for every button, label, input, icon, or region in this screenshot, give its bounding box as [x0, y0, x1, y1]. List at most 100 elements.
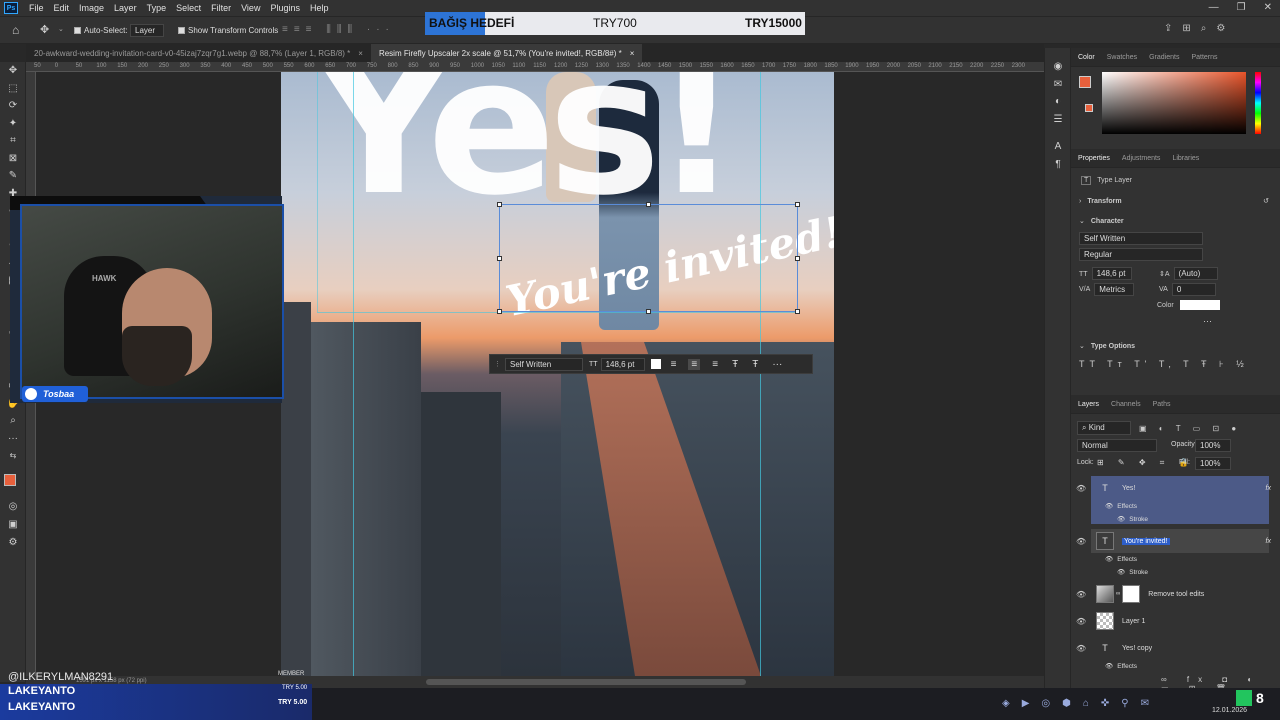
layer-mask-thumbnail[interactable]	[1122, 585, 1141, 603]
tab-document-2[interactable]: Resim Firefly Upscaler 2x scale @ 51,7% …	[370, 44, 643, 62]
sliders-icon[interactable]: ☰	[1045, 111, 1071, 129]
transform-handle[interactable]	[497, 256, 502, 261]
leading-field[interactable]: (Auto)	[1173, 267, 1218, 280]
menu-view[interactable]: View	[236, 3, 265, 13]
layer-row-yes-copy[interactable]: 👁 T Yes! copy	[1071, 635, 1271, 661]
transform-handle[interactable]	[497, 309, 502, 314]
layer-stroke-row[interactable]: 👁 Stroke	[1071, 513, 1271, 525]
comments-icon[interactable]: ✉	[1045, 76, 1071, 94]
text-warp-icon[interactable]: Ŧ	[732, 359, 738, 370]
menu-select[interactable]: Select	[171, 3, 206, 13]
move-tool-icon[interactable]: ✥	[40, 23, 49, 36]
filter-icons[interactable]: ▣ ◐ T ▭ ⊡ ●	[1139, 424, 1241, 433]
tab-swatches[interactable]: Swatches	[1107, 54, 1137, 61]
quick-mask-icon[interactable]: ◎	[0, 498, 26, 516]
frame-tool-icon[interactable]: ⊠	[0, 150, 26, 168]
menu-help[interactable]: Help	[305, 3, 334, 13]
layer-name-input[interactable]: You're invited!	[1122, 537, 1170, 545]
reset-icon[interactable]: ↺	[1263, 197, 1269, 205]
edit-toolbar-icon[interactable]: ⚙	[0, 534, 26, 552]
align-icons[interactable]: ≡≡≡ ⫼⫼⫼ ···	[282, 24, 395, 35]
foreground-color-swatch[interactable]	[4, 474, 16, 486]
fx-icon[interactable]: fx	[1266, 538, 1271, 545]
menu-image[interactable]: Image	[74, 3, 109, 13]
auto-select-checkbox[interactable]: Auto-Select:	[74, 26, 128, 35]
visibility-eye-icon[interactable]: 👁	[1076, 617, 1086, 626]
show-transform-checkbox[interactable]: Show Transform Controls	[178, 26, 278, 35]
fx-icon[interactable]: fx	[1266, 485, 1271, 492]
font-size-field[interactable]: 148,6 pt	[1091, 267, 1132, 280]
visibility-eye-icon[interactable]: 👁	[1117, 515, 1125, 523]
close-icon[interactable]: ✕	[1264, 2, 1272, 13]
layer-kind-filter[interactable]: ⌕ Kind	[1077, 421, 1131, 435]
document-canvas[interactable]: Yes! You're invited!	[281, 72, 834, 676]
photoshop-logo-icon[interactable]: Ps	[4, 2, 18, 14]
layer-row-yes[interactable]: 👁 T Yes! fx	[1071, 475, 1271, 501]
transform-handle[interactable]	[646, 309, 651, 314]
transform-handle[interactable]	[497, 202, 502, 207]
text-options-icon[interactable]: Ŧ	[752, 359, 758, 370]
fill-field[interactable]: 100%	[1195, 457, 1231, 470]
guide-vertical-left[interactable]	[353, 72, 354, 676]
font-family-dropdown[interactable]: Self Written	[1079, 232, 1203, 245]
checkbox-icon[interactable]	[178, 27, 185, 34]
maximize-icon[interactable]: ❐	[1237, 2, 1246, 13]
horizontal-scrollbar[interactable]	[426, 679, 746, 685]
menu-filter[interactable]: Filter	[206, 3, 236, 13]
layer-effects-row[interactable]: 👁 Effects	[1071, 553, 1271, 565]
tab-gradients[interactable]: Gradients	[1149, 54, 1179, 61]
more-options-icon[interactable]: ···	[772, 359, 782, 370]
type-options-icons[interactable]: TT Tт T' T, T Ŧ ⊦ ½	[1079, 359, 1249, 370]
type-options-section-header[interactable]: ⌄ Type Options	[1079, 342, 1135, 351]
zoom-tool-icon[interactable]: ⌕	[0, 412, 26, 430]
more-options-icon[interactable]: ···	[1203, 316, 1212, 326]
minimize-icon[interactable]: —	[1209, 2, 1219, 13]
drag-handle-icon[interactable]: ⋮	[494, 360, 501, 368]
font-family-dropdown[interactable]: Self Written	[505, 357, 583, 371]
character-panel-icon[interactable]: A	[1045, 138, 1071, 156]
tab-libraries[interactable]: Libraries	[1172, 155, 1199, 162]
move-tool-icon[interactable]: ✥	[0, 62, 26, 80]
hue-slider[interactable]	[1255, 72, 1261, 134]
visibility-eye-icon[interactable]: 👁	[1117, 568, 1125, 576]
guide-horizontal[interactable]	[317, 312, 797, 313]
character-section-header[interactable]: ⌄ Character	[1079, 217, 1124, 226]
menu-file[interactable]: File	[24, 3, 49, 13]
foreground-color-swatch[interactable]	[1079, 76, 1091, 88]
layer-row-remove-tool-edits[interactable]: 👁 ∞ Remove tool edits	[1071, 581, 1271, 607]
align-left-icon[interactable]: ≡	[671, 359, 677, 370]
text-color-swatch[interactable]	[650, 359, 661, 369]
adjustments-icon[interactable]: ◐	[1045, 93, 1071, 111]
font-size-dropdown[interactable]: 148,6 pt	[600, 357, 645, 371]
visibility-eye-icon[interactable]: 👁	[1076, 644, 1086, 653]
screen-mode-icon[interactable]: ▣	[0, 516, 26, 534]
layer-effects-row[interactable]: 👁 Effects	[1071, 660, 1271, 672]
auto-select-dropdown[interactable]: Layer	[130, 24, 164, 37]
tab-layers[interactable]: Layers	[1078, 401, 1099, 408]
marquee-tool-icon[interactable]: ⬚	[0, 80, 26, 98]
paragraph-panel-icon[interactable]: ¶	[1045, 156, 1071, 174]
tab-adjustments[interactable]: Adjustments	[1122, 155, 1161, 162]
visibility-eye-icon[interactable]: 👁	[1076, 590, 1086, 599]
tab-document-1[interactable]: 20-awkward-wedding-invitation-card-v0-45…	[26, 44, 371, 62]
home-icon[interactable]: ⌂	[12, 23, 19, 37]
checkbox-icon[interactable]	[74, 27, 81, 34]
align-right-icon[interactable]: ≡	[712, 359, 718, 370]
swap-colors-icon[interactable]: ⇆	[0, 447, 26, 465]
font-style-dropdown[interactable]: Regular	[1079, 248, 1203, 261]
close-icon[interactable]: ×	[630, 49, 635, 58]
layer-stroke-row[interactable]: 👁 Stroke	[1071, 566, 1271, 578]
menu-edit[interactable]: Edit	[49, 3, 75, 13]
layer-row-youre-invited[interactable]: 👁 T You're invited! fx	[1071, 528, 1271, 554]
menu-plugins[interactable]: Plugins	[265, 3, 305, 13]
tray-icons[interactable]: ◈▶◎⬢⌂✜⚲✉	[1002, 698, 1161, 709]
tracking-field[interactable]: 0	[1171, 283, 1216, 296]
guide-vertical-right[interactable]	[760, 72, 761, 676]
tab-paths[interactable]: Paths	[1153, 401, 1171, 408]
kerning-field[interactable]: Metrics	[1094, 283, 1135, 296]
opacity-field[interactable]: 100%	[1195, 439, 1231, 452]
visibility-eye-icon[interactable]: 👁	[1105, 662, 1113, 670]
menu-layer[interactable]: Layer	[109, 3, 142, 13]
transform-handle[interactable]	[795, 309, 800, 314]
guide-vertical-outer[interactable]	[317, 72, 318, 312]
